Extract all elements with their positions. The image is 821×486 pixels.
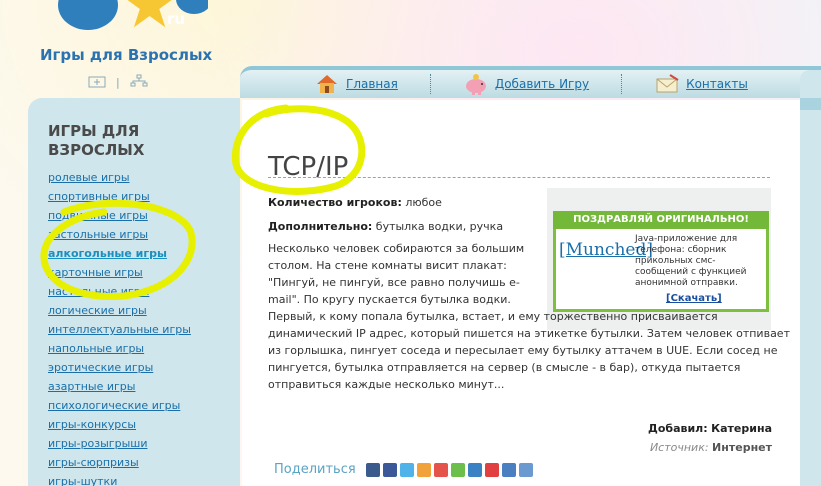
vk-share-icon[interactable]: [365, 462, 380, 477]
source-line: Источник: Интернет: [650, 441, 772, 454]
nav-add-game-label[interactable]: Добавить Игру: [495, 77, 589, 91]
share-label[interactable]: Поделиться: [274, 462, 356, 477]
nav-home-label[interactable]: Главная: [346, 77, 398, 91]
blogger-share-icon[interactable]: [484, 462, 499, 477]
nav-contacts-label[interactable]: Контакты: [686, 77, 748, 91]
friendfeed-share-icon[interactable]: [450, 462, 465, 477]
sidebar-item: алкогольные игры: [48, 242, 240, 261]
house-icon: [317, 75, 337, 93]
sidebar-item: карточные игры: [48, 261, 240, 280]
twitter-share-icon[interactable]: [399, 462, 414, 477]
facebook-share-icon[interactable]: [382, 462, 397, 477]
article-paragraph-1: Несколько человек собираются за большим …: [268, 242, 525, 306]
sidebar-link[interactable]: настольные игры: [48, 285, 149, 298]
site-logo[interactable]: ★ ru: [58, 0, 208, 44]
sidebar-item: игры-сюрпризы: [48, 451, 240, 470]
title-divider: [268, 177, 770, 178]
sidebar-link[interactable]: подвижные игры: [48, 209, 148, 222]
sidebar-item: напольные игры: [48, 337, 240, 356]
category-list: ролевые игры спортивные игры подвижные игр…: [48, 166, 240, 486]
sidebar-item: психологические игры: [48, 394, 240, 413]
sidebar-link[interactable]: психологические игры: [48, 399, 180, 412]
top-nav: Главная Добавить Игру Контакты: [240, 66, 821, 98]
piggy-bank-icon: [465, 74, 486, 95]
sidebar-link[interactable]: карточные игры: [48, 266, 143, 279]
nav-divider: [429, 74, 431, 94]
right-tab: [800, 98, 821, 110]
sidebar-link[interactable]: эротические игры: [48, 361, 153, 374]
sidebar-link[interactable]: напольные игры: [48, 342, 144, 355]
players-value: любое: [405, 196, 442, 209]
sidebar-item: настольные игры: [48, 280, 240, 299]
players-line: Количество игроков: любое: [268, 194, 538, 211]
sidebar-link[interactable]: азартные игры: [48, 380, 135, 393]
extra-label: Дополнительно:: [268, 220, 373, 233]
logo-ru-text: ru: [167, 10, 186, 28]
source-value: Интернет: [712, 441, 772, 454]
main-content: TCP/IP Количество игроков: любое Дополни…: [242, 100, 800, 486]
add-bookmark-icon[interactable]: [88, 74, 106, 91]
sidebar-item: логические игры: [48, 299, 240, 318]
sidebar-item: интеллектуальные игры: [48, 318, 240, 337]
sidebar: ИГРЫ ДЛЯ ВЗРОСЛЫХ ролевые игры спортивные…: [28, 98, 240, 486]
sidebar-item: азартные игры: [48, 375, 240, 394]
extra-line: Дополнительно: бутылка водки, ручка: [268, 218, 538, 235]
ad-download-link[interactable]: [Скачать]: [666, 293, 722, 304]
players-label: Количество игроков:: [268, 196, 402, 209]
article-paragraph-2-text: Первый, к кому попала бутылка, встает, и…: [268, 310, 790, 391]
sidebar-link[interactable]: игры-шутки: [48, 475, 117, 486]
sidebar-item: игры-шутки: [48, 470, 240, 486]
sidebar-item: эротические игры: [48, 356, 240, 375]
delicious-share-icon[interactable]: [501, 462, 516, 477]
sidebar-item: спортивные игры: [48, 185, 240, 204]
sidebar-link[interactable]: спортивные игры: [48, 190, 150, 203]
nav-divider: [621, 74, 623, 94]
top-icons: |: [88, 74, 148, 91]
right-column-edge: [800, 70, 821, 486]
sidebar-item: игры-конкурсы: [48, 413, 240, 432]
nav-add-game[interactable]: Добавить Игру: [463, 73, 589, 95]
ad-description: Java-приложение для телефона: сборник пр…: [635, 234, 747, 288]
ad-header: ПОЗДРАВЛЯЙ ОРИГИНАЛЬНО!: [553, 211, 769, 229]
sidebar-item: застольные игры: [48, 223, 240, 242]
sitemap-icon[interactable]: [130, 74, 148, 91]
envelope-icon: [656, 74, 679, 93]
separator-bar: |: [116, 76, 120, 89]
sidebar-link[interactable]: алкогольные игры: [48, 247, 167, 260]
sidebar-item: игры-розыгрыши: [48, 432, 240, 451]
added-by-value: Катерина: [711, 422, 772, 435]
share-icons: [365, 462, 533, 477]
logo-blob: [58, 0, 118, 30]
nav-contacts[interactable]: Контакты: [654, 73, 748, 95]
sidebar-link[interactable]: застольные игры: [48, 228, 148, 241]
sidebar-heading: ИГРЫ ДЛЯ ВЗРОСЛЫХ: [48, 122, 145, 159]
source-label: Источник:: [649, 441, 709, 454]
extra-value: бутылка водки, ручка: [375, 220, 504, 233]
article-paragraph-2: Первый, к кому попала бутылка, встает, и…: [268, 308, 798, 393]
site-title[interactable]: Игры для Взрослых: [40, 46, 212, 64]
more-share-icon[interactable]: [518, 462, 533, 477]
sidebar-link[interactable]: ролевые игры: [48, 171, 130, 184]
sidebar-link[interactable]: игры-сюрпризы: [48, 456, 139, 469]
added-by-label: Добавил:: [648, 422, 708, 435]
sidebar-link[interactable]: логические игры: [48, 304, 147, 317]
added-by: Добавил: Катерина: [648, 422, 772, 435]
share-bar: Поделиться: [274, 462, 533, 477]
livejournal-share-icon[interactable]: [467, 462, 482, 477]
sidebar-item: ролевые игры: [48, 166, 240, 185]
sidebar-item: подвижные игры: [48, 204, 240, 223]
odnoklassniki-share-icon[interactable]: [416, 462, 431, 477]
nav-home[interactable]: Главная: [314, 73, 398, 95]
sidebar-link[interactable]: интеллектуальные игры: [48, 323, 191, 336]
sidebar-link[interactable]: игры-конкурсы: [48, 418, 136, 431]
moi-mir-share-icon[interactable]: [433, 462, 448, 477]
sidebar-link[interactable]: игры-розыгрыши: [48, 437, 147, 450]
